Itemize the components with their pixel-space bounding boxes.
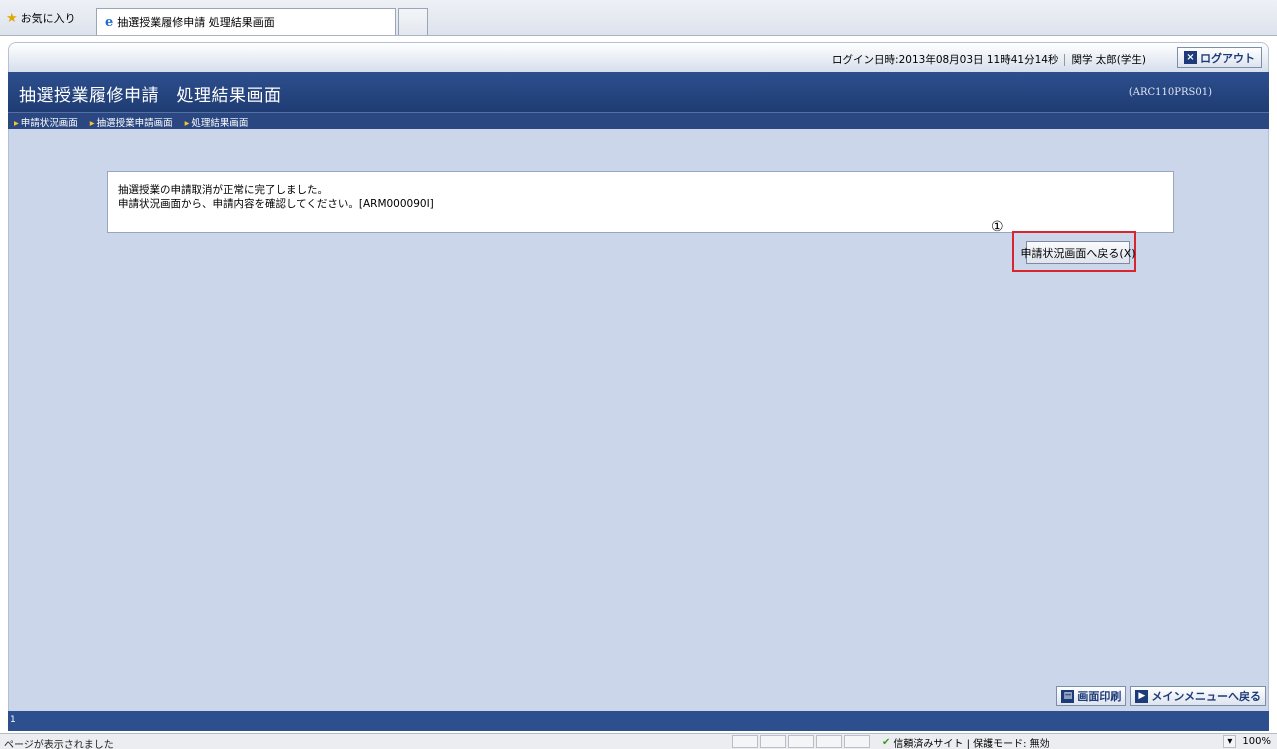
- title-bar: 抽選授業履修申請 処理結果画面 (ARC110PRS01): [8, 72, 1269, 112]
- user-name: 関学 太郎(学生): [1071, 54, 1146, 66]
- breadcrumb-item-lottery-apply[interactable]: 抽選授業申請画面: [90, 115, 173, 129]
- login-label: ログイン日時:: [832, 54, 899, 66]
- logout-button[interactable]: × ログアウト: [1177, 47, 1262, 68]
- printer-icon: ▤: [1061, 689, 1075, 703]
- screen-id: (ARC110PRS01): [1128, 87, 1212, 98]
- security-zone-label: 信頼済みサイト | 保護モード: 無効: [893, 739, 1050, 749]
- favorites-button[interactable]: ★ お気に入り: [6, 10, 76, 26]
- status-pane: [760, 735, 786, 748]
- browser-status-bar: ページが表示されました ✔ 信頼済みサイト | 保護モード: 無効 ▾ 100%: [0, 733, 1277, 749]
- message-line-2: 申請状況画面から、申請内容を確認してください。[ARM000090I]: [118, 198, 434, 210]
- back-to-status-button[interactable]: 申請状況画面へ戻る(X): [1020, 241, 1136, 264]
- browser-tab-active[interactable]: e 抽選授業履修申請 処理結果画面: [96, 8, 396, 35]
- status-pane: [732, 735, 758, 748]
- new-tab-button[interactable]: [398, 8, 428, 35]
- main-menu-button[interactable]: ▶ メインメニューへ戻る: [1130, 686, 1266, 706]
- status-pane: [788, 735, 814, 748]
- browser-tab-bar: ★ お気に入り e 抽選授業履修申請 処理結果画面: [0, 0, 1277, 36]
- page-footer-bar: 1: [8, 711, 1269, 731]
- print-label: 画面印刷: [1077, 690, 1122, 703]
- footer-buttons: ▤ 画面印刷 ▶ メインメニューへ戻る: [1056, 686, 1266, 706]
- page-number: 1: [10, 715, 16, 725]
- login-info: ログイン日時:2013年08月03日 11時41分14秒 関学 太郎(学生): [832, 52, 1146, 67]
- browser-tab-title: 抽選授業履修申請 処理結果画面: [117, 16, 275, 29]
- main-menu-label: メインメニューへ戻る: [1151, 690, 1261, 703]
- ie-page-icon: e: [105, 14, 114, 30]
- star-icon: ★: [6, 10, 18, 26]
- close-icon: ×: [1184, 51, 1197, 64]
- message-box: 抽選授業の申請取消が正常に完了しました。 申請状況画面から、申請内容を確認してく…: [107, 171, 1174, 233]
- chevron-down-icon[interactable]: ▾: [1223, 735, 1237, 748]
- login-datetime: 2013年08月03日 11時41分14秒: [898, 54, 1059, 66]
- page-title: 抽選授業履修申請 処理結果画面: [19, 86, 282, 106]
- status-pane: [816, 735, 842, 748]
- check-icon: ✔: [882, 737, 891, 748]
- status-panes: [732, 735, 870, 748]
- security-zone[interactable]: ✔ 信頼済みサイト | 保護モード: 無効: [882, 735, 1050, 749]
- breadcrumb: 申請状況画面 抽選授業申請画面 処理結果画面: [8, 112, 1269, 129]
- annotation-marker: ①: [991, 219, 1004, 235]
- arrow-icon: ▶: [1135, 689, 1149, 703]
- print-button[interactable]: ▤ 画面印刷: [1056, 686, 1127, 706]
- breadcrumb-item-result: 処理結果画面: [185, 115, 248, 129]
- zoom-level: 100%: [1242, 736, 1271, 747]
- status-text: ページが表示されました: [4, 740, 114, 749]
- login-bar: ログイン日時:2013年08月03日 11時41分14秒 関学 太郎(学生) × …: [8, 42, 1269, 72]
- favorites-label: お気に入り: [20, 12, 76, 25]
- breadcrumb-item-status[interactable]: 申請状況画面: [14, 115, 78, 129]
- separator: [1064, 54, 1066, 66]
- main-content: 抽選授業の申請取消が正常に完了しました。 申請状況画面から、申請内容を確認してく…: [8, 129, 1269, 711]
- zoom-control[interactable]: ▾ 100%: [1223, 735, 1271, 748]
- status-pane: [844, 735, 870, 748]
- message-line-1: 抽選授業の申請取消が正常に完了しました。: [118, 184, 328, 196]
- logout-label: ログアウト: [1200, 51, 1255, 65]
